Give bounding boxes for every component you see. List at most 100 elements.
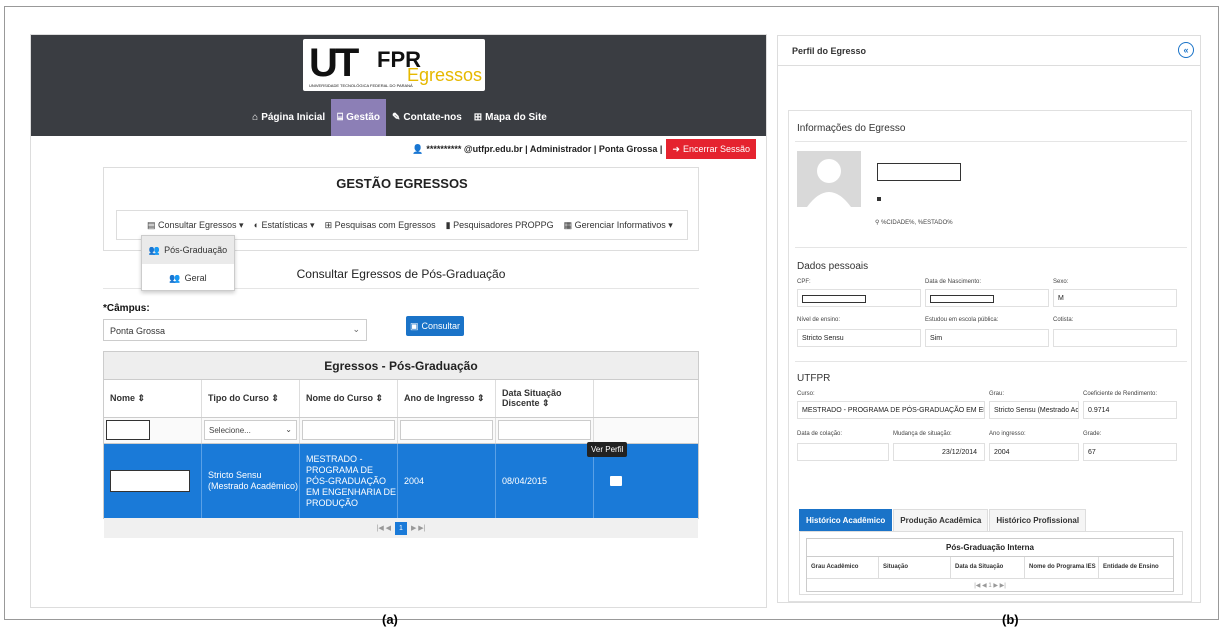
col-tipo-curso[interactable]: Tipo do Curso ⇕	[202, 380, 300, 417]
nav-label: Contate-nos	[403, 112, 462, 123]
close-icon[interactable]: «	[1178, 42, 1194, 58]
consultar-dropdown: 👥 Pós-Graduação 👥 Geral	[141, 235, 235, 291]
utfpr-title: UTFPR	[797, 373, 831, 384]
label-nivel: Nível de ensino:	[797, 317, 841, 323]
label-curso: Curso:	[797, 391, 815, 397]
historico-pager[interactable]: |◀ ◀ 1 ▶ ▶|	[807, 579, 1173, 589]
cell-tipo: Stricto Sensu (Mestrado Acadêmico)	[202, 444, 300, 518]
nav-contate-nos[interactable]: ✎ Contate-nos	[386, 99, 468, 136]
redacted-mark	[877, 197, 881, 201]
filter-ano[interactable]	[400, 420, 493, 440]
field-nivel: Stricto Sensu	[797, 329, 921, 347]
caption-a: (a)	[382, 612, 398, 627]
sitemap-icon: ⊞	[473, 112, 483, 123]
filter-nome[interactable]	[106, 420, 150, 440]
table-pager: |◀ ◀ 1 ▶ ▶|	[104, 518, 698, 538]
logout-label: Encerrar Sessão	[682, 144, 750, 154]
prev-page-icon[interactable]: ◀	[386, 524, 391, 532]
historico-table: Pós-Graduação Interna Grau Acadêmico Sit…	[806, 538, 1174, 592]
first-page-icon[interactable]: |◀	[377, 524, 384, 532]
field-coeficiente: 0.9714	[1083, 401, 1177, 419]
home-icon: ⌂	[252, 112, 259, 123]
dropdown-pos-graduacao[interactable]: 👥 Pós-Graduação	[142, 236, 234, 264]
menu-pesquisadores[interactable]: ▮ Pesquisadores PROPPG	[446, 220, 554, 231]
col-nome[interactable]: Nome ⇕	[104, 380, 202, 417]
tab-historico-profissional[interactable]: Histórico Profissional	[989, 509, 1087, 531]
perfil-title: Perfil do Egresso	[792, 46, 867, 56]
filter-tipo-select[interactable]: Selecione... ⌄	[204, 420, 297, 440]
col-ano-ingresso[interactable]: Ano de Ingresso ⇕	[398, 380, 496, 417]
campus-value: Ponta Grossa	[110, 326, 166, 336]
historico-header: Grau Acadêmico Situação Data da Situação…	[807, 557, 1173, 579]
nav-gestao[interactable]: ⌸ Gestão	[331, 99, 387, 136]
menu-label: Pesquisas com Egressos	[334, 219, 436, 230]
campus-select[interactable]: Ponta Grossa ⌄	[103, 319, 367, 341]
pessoais-title: Dados pessoais	[797, 261, 869, 272]
divider	[795, 141, 1187, 142]
avatar-icon	[807, 159, 851, 207]
tab-producao-academica[interactable]: Produção Acadêmica	[893, 509, 989, 531]
menu-consultar-egressos[interactable]: ▤ Consultar Egressos ▾	[147, 220, 244, 231]
cell-data: 08/04/2015	[496, 444, 594, 518]
historico-panel: Pós-Graduação Interna Grau Acadêmico Sit…	[799, 531, 1183, 595]
site-header: UT FPR Egressos UNIVERSIDADE TECNOLÓGICA…	[31, 35, 766, 136]
logo-ut: UT	[309, 41, 359, 85]
label-cotista: Cotista:	[1053, 317, 1074, 323]
redacted-date	[930, 295, 994, 303]
table-header: Nome ⇕ Tipo do Curso ⇕ Nome do Curso ⇕ A…	[104, 380, 698, 418]
view-profile-icon[interactable]	[610, 476, 622, 486]
label-coeficiente: Coeficiente de Rendimento:	[1083, 391, 1158, 397]
hcol-situacao: Situação	[879, 557, 951, 578]
menu-gerenciar-informativos[interactable]: ▦ Gerenciar Informativos ▾	[564, 220, 673, 231]
next-page-icon[interactable]: ▶	[411, 524, 416, 532]
divider	[795, 361, 1187, 362]
field-grade: 67	[1083, 443, 1177, 461]
label-grau: Grau:	[989, 391, 1005, 397]
nav-pagina-inicial[interactable]: ⌂ Página Inicial	[246, 99, 331, 136]
field-grau: Stricto Sensu (Mestrado Ac	[989, 401, 1079, 419]
nav-mapa-do-site[interactable]: ⊞ Mapa do Site	[468, 99, 553, 136]
users-icon: 👥	[148, 244, 161, 255]
logo-subtitle: UNIVERSIDADE TECNOLÓGICA FEDERAL DO PARA…	[309, 83, 413, 88]
field-mudanca: 23/12/2014	[893, 443, 985, 461]
filter-cell	[300, 418, 398, 443]
dropdown-geral[interactable]: 👥 Geral	[142, 264, 234, 292]
last-page-icon[interactable]: ▶|	[418, 524, 425, 532]
figure-root: UT FPR Egressos UNIVERSIDADE TECNOLÓGICA…	[0, 0, 1223, 633]
redacted-cpf	[802, 295, 866, 303]
info-title: Informações do Egresso	[797, 123, 906, 134]
label-ingresso: Ano ingresso:	[989, 431, 1026, 437]
field-curso: MESTRADO - PROGRAMA DE PÓS-GRADUAÇÃO EM …	[797, 401, 985, 419]
perfil-tabs: Histórico Acadêmico Produção Acadêmica H…	[799, 509, 1087, 531]
nav-label: Gestão	[346, 112, 381, 123]
label-escola: Estudou em escola pública:	[925, 317, 999, 323]
campus-label: *Câmpus:	[103, 303, 150, 314]
consultar-button[interactable]: ▣ Consultar	[406, 316, 464, 336]
panel-egressos-list: UT FPR Egressos UNIVERSIDADE TECNOLÓGICA…	[30, 34, 767, 608]
avatar	[797, 151, 861, 207]
edit-icon: ✎	[392, 112, 401, 123]
menu-estatisticas[interactable]: ◐ Estatísticas ▾	[254, 220, 315, 231]
label-grade: Grade:	[1083, 431, 1102, 437]
panel-perfil-egresso: Perfil do Egresso « Informações do Egres…	[777, 35, 1201, 603]
label-sexo: Sexo:	[1053, 279, 1069, 285]
menu-pesquisas[interactable]: ⊞ Pesquisas com Egressos	[325, 220, 436, 231]
tab-historico-academico[interactable]: Histórico Acadêmico	[799, 509, 893, 531]
dropdown-label: Pós-Graduação	[164, 245, 228, 255]
page-number[interactable]: 1	[395, 521, 407, 535]
col-data-situacao[interactable]: Data Situação Discente ⇕	[496, 380, 594, 417]
divider	[795, 247, 1187, 248]
label-colacao: Data de colação:	[797, 431, 843, 437]
filter-cell	[104, 418, 202, 443]
filter-nome-curso[interactable]	[302, 420, 395, 440]
cell-curso: MESTRADO - PROGRAMA DE PÓS-GRADUAÇÃO EM …	[300, 444, 398, 518]
field-ingresso: 2004	[989, 443, 1079, 461]
filter-data[interactable]	[498, 420, 591, 440]
col-nome-curso[interactable]: Nome do Curso ⇕	[300, 380, 398, 417]
user-icon: 👤	[412, 143, 424, 154]
logout-icon: ➜	[672, 143, 680, 154]
utfpr-logo[interactable]: UT FPR Egressos UNIVERSIDADE TECNOLÓGICA…	[303, 39, 485, 91]
redacted-name	[110, 470, 190, 492]
logout-button[interactable]: ➜ Encerrar Sessão	[666, 139, 756, 159]
filter-select-value: Selecione...	[209, 426, 251, 435]
